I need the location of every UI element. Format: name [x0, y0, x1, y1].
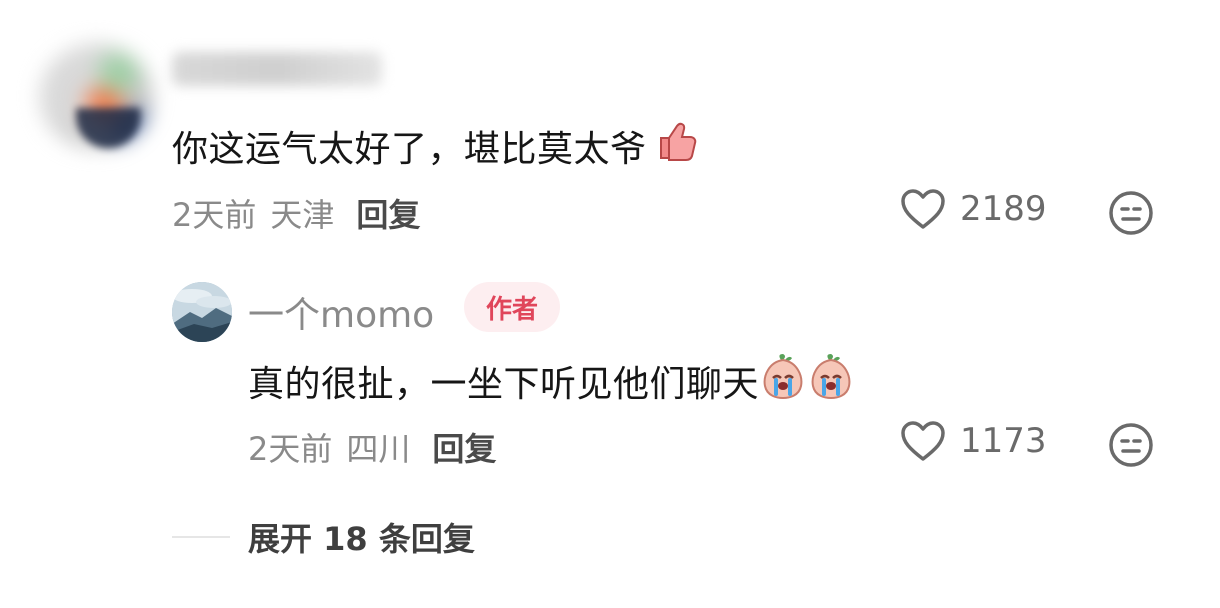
- dislike-icon[interactable]: [1108, 190, 1154, 236]
- username-blurred[interactable]: [172, 52, 382, 86]
- heart-icon: [901, 421, 945, 461]
- thumbs-up-emoji-icon: [651, 118, 697, 173]
- reply-like-count: 1173: [960, 421, 1047, 461]
- expand-replies-button[interactable]: 展开 18 条回复: [248, 514, 475, 560]
- expand-divider: [172, 536, 230, 538]
- reply-time: 2天前: [248, 430, 333, 468]
- crying-peach-emoji-icon: [807, 352, 855, 409]
- comment-time: 2天前: [172, 196, 257, 234]
- reply-text: 真的很扯，一坐下听见他们聊天: [248, 352, 855, 409]
- reply-button[interactable]: 回复: [356, 190, 420, 236]
- author-badge: 作者: [464, 282, 560, 332]
- mountain-landscape-icon: [172, 282, 232, 342]
- reply-meta: 2天前 四川 回复: [248, 424, 496, 470]
- dislike-icon[interactable]: [1108, 422, 1154, 468]
- reply-location: 四川: [346, 430, 411, 468]
- comment-location: 天津: [270, 196, 335, 234]
- reply-reply-button[interactable]: 回复: [432, 424, 496, 470]
- like-button[interactable]: 2189: [900, 188, 1047, 230]
- reply-avatar[interactable]: [172, 282, 232, 342]
- comment-meta: 2天前 天津 回复: [172, 190, 420, 236]
- comment-body: 你这运气太好了，堪比莫太爷: [172, 128, 647, 170]
- reply-like-button[interactable]: 1173: [900, 420, 1047, 462]
- comment-text: 你这运气太好了，堪比莫太爷: [172, 118, 697, 173]
- crying-peach-emoji-icon: [759, 352, 807, 409]
- like-count: 2189: [960, 189, 1047, 229]
- heart-icon: [901, 189, 945, 229]
- reply-body: 真的很扯，一坐下听见他们聊天: [248, 363, 760, 405]
- reply-username[interactable]: 一个momo: [248, 286, 434, 338]
